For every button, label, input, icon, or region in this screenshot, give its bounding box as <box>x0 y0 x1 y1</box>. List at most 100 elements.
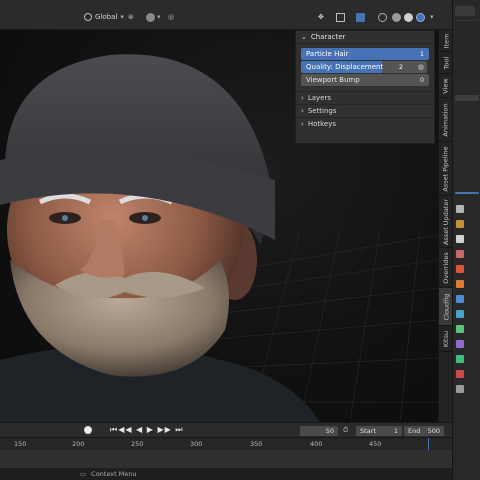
tab-label: Asset Updater <box>442 198 451 245</box>
shading-options-button[interactable]: ▾ <box>430 11 434 23</box>
sidebar-panel: ⌄ Character Particle Hair 1 Quality: Dis… <box>295 30 435 144</box>
timeline-track[interactable] <box>0 450 452 468</box>
shading-wireframe-button[interactable] <box>378 11 387 23</box>
proportional-edit-toggle[interactable]: ◎ <box>168 11 174 23</box>
row-value: 2 <box>398 63 403 71</box>
pivot-selector[interactable]: ⊛ <box>128 11 134 23</box>
gizmo-toggle[interactable]: ✥ <box>318 11 324 23</box>
tab-animation[interactable]: Animation <box>439 98 453 142</box>
panel-section-hotkeys[interactable]: › Hotkeys <box>296 117 434 130</box>
tab-label: View <box>442 77 450 94</box>
tab-asset-updater[interactable]: Asset Updater <box>439 196 453 248</box>
start-frame-field[interactable]: Start 1 <box>356 426 402 436</box>
start-label: Start <box>360 427 376 435</box>
constraints-properties-icon[interactable] <box>456 340 464 348</box>
material-properties-icon[interactable] <box>456 370 464 378</box>
section-label: Hotkeys <box>307 120 337 128</box>
tab-view[interactable]: View <box>439 74 453 98</box>
pivot-icon: ⊛ <box>128 13 134 21</box>
overlay-icon <box>336 12 345 22</box>
snap-toggle[interactable]: ▾ <box>146 11 161 23</box>
quality-displacement-row: Quality: Displacement 2 ◍ <box>301 61 429 73</box>
panel-section-layers[interactable]: › Layers <box>296 91 434 104</box>
shading-rendered-button[interactable] <box>416 11 425 23</box>
shading-solid-button[interactable] <box>392 11 401 23</box>
tab-overrides[interactable]: Overrides <box>439 248 453 288</box>
row-label: Particle Hair <box>306 50 349 58</box>
modifier-properties-icon[interactable] <box>456 295 464 303</box>
ruler-tick: 300 <box>190 440 203 448</box>
tool-properties-icon[interactable] <box>456 205 464 213</box>
frame-range-end-marker <box>428 438 429 450</box>
timeline-ruler[interactable]: 150 200 250 300 350 400 450 <box>0 438 452 450</box>
output-properties-icon[interactable] <box>456 235 464 243</box>
outliner-row[interactable] <box>455 95 479 101</box>
render-properties-icon[interactable] <box>456 220 464 228</box>
tab-kitsu[interactable]: KItsu <box>439 326 453 352</box>
snap-icon <box>146 12 155 22</box>
tab-label: KItsu <box>442 330 451 347</box>
material-shading-icon <box>404 12 413 22</box>
tab-item[interactable]: Item <box>439 30 453 52</box>
end-value: 500 <box>427 427 440 435</box>
row-value: 0 <box>419 76 424 84</box>
character-render <box>0 54 320 422</box>
record-icon[interactable] <box>84 426 92 434</box>
particle-hair-field[interactable]: Particle Hair 1 <box>301 48 429 60</box>
wireframe-shading-icon <box>378 12 387 22</box>
tab-cloudfig[interactable]: Cloudfig <box>439 288 453 326</box>
chevron-down-icon: ▾ <box>430 13 434 21</box>
shading-material-button[interactable] <box>404 11 413 23</box>
row-label: Quality: Displacement <box>306 63 384 71</box>
orientation-selector[interactable]: Global ▾ <box>84 11 124 23</box>
properties-editor <box>452 0 480 480</box>
tab-label: Overrides <box>442 251 451 284</box>
rendered-shading-icon <box>416 12 425 22</box>
properties-tab-column <box>456 205 464 445</box>
playback-controls[interactable]: ⏮◀◀ ◀ ▶ ▶▶ ⏭ <box>110 425 184 435</box>
ruler-tick: 450 <box>369 440 382 448</box>
tab-label: Item <box>442 33 451 48</box>
tab-label: Cloudfig <box>442 293 451 320</box>
chevron-down-icon: ▾ <box>157 13 161 21</box>
ruler-tick: 150 <box>14 440 27 448</box>
chevron-down-icon: ⌄ <box>301 33 307 41</box>
texture-properties-icon[interactable] <box>456 385 464 393</box>
solid-shading-icon <box>392 12 401 22</box>
tab-tool[interactable]: Tool <box>439 52 453 74</box>
particles-properties-icon[interactable] <box>456 310 464 318</box>
panel-title: Character <box>310 33 346 41</box>
orientation-icon <box>84 13 92 21</box>
tab-asset-pipeline[interactable]: Asset Pipeline <box>439 142 453 196</box>
xray-icon <box>356 12 365 22</box>
physics-properties-icon[interactable] <box>456 325 464 333</box>
current-frame-field[interactable]: 50 <box>300 426 338 436</box>
object-properties-icon[interactable] <box>456 280 464 288</box>
panel-section-settings[interactable]: › Settings <box>296 104 434 117</box>
viewport-bump-field[interactable]: Viewport Bump 0 <box>301 74 429 86</box>
mouse-icon: ▭ <box>80 470 87 478</box>
outliner-list[interactable] <box>455 20 479 80</box>
scene-properties-icon[interactable] <box>456 250 464 258</box>
overlay-toggle[interactable] <box>336 11 345 23</box>
globe-icon[interactable]: ◍ <box>415 61 427 73</box>
row-label: Viewport Bump <box>306 76 360 84</box>
panel-header-character[interactable]: ⌄ Character <box>296 31 434 44</box>
status-context-menu: Context Menu <box>91 470 137 478</box>
end-frame-field[interactable]: End 500 <box>404 426 444 436</box>
chevron-right-icon: › <box>301 107 304 115</box>
viewport-header: Global ▾ ⊛ ▾ ◎ ✥ ▾ <box>0 0 452 30</box>
tab-label: Asset Pipeline <box>442 145 450 192</box>
sidebar-tabs: Item Tool View Animation Asset Pipeline … <box>438 30 453 422</box>
current-frame-value: 50 <box>325 427 334 435</box>
proportional-edit-icon: ◎ <box>168 13 175 21</box>
data-properties-icon[interactable] <box>456 355 464 363</box>
start-value: 1 <box>393 427 398 435</box>
chevron-right-icon: › <box>301 120 304 128</box>
chevron-right-icon: › <box>301 94 304 102</box>
world-properties-icon[interactable] <box>456 265 464 273</box>
section-label: Settings <box>307 107 337 115</box>
xray-toggle[interactable] <box>356 11 365 23</box>
ruler-tick: 350 <box>250 440 263 448</box>
outliner-header[interactable] <box>455 6 475 16</box>
